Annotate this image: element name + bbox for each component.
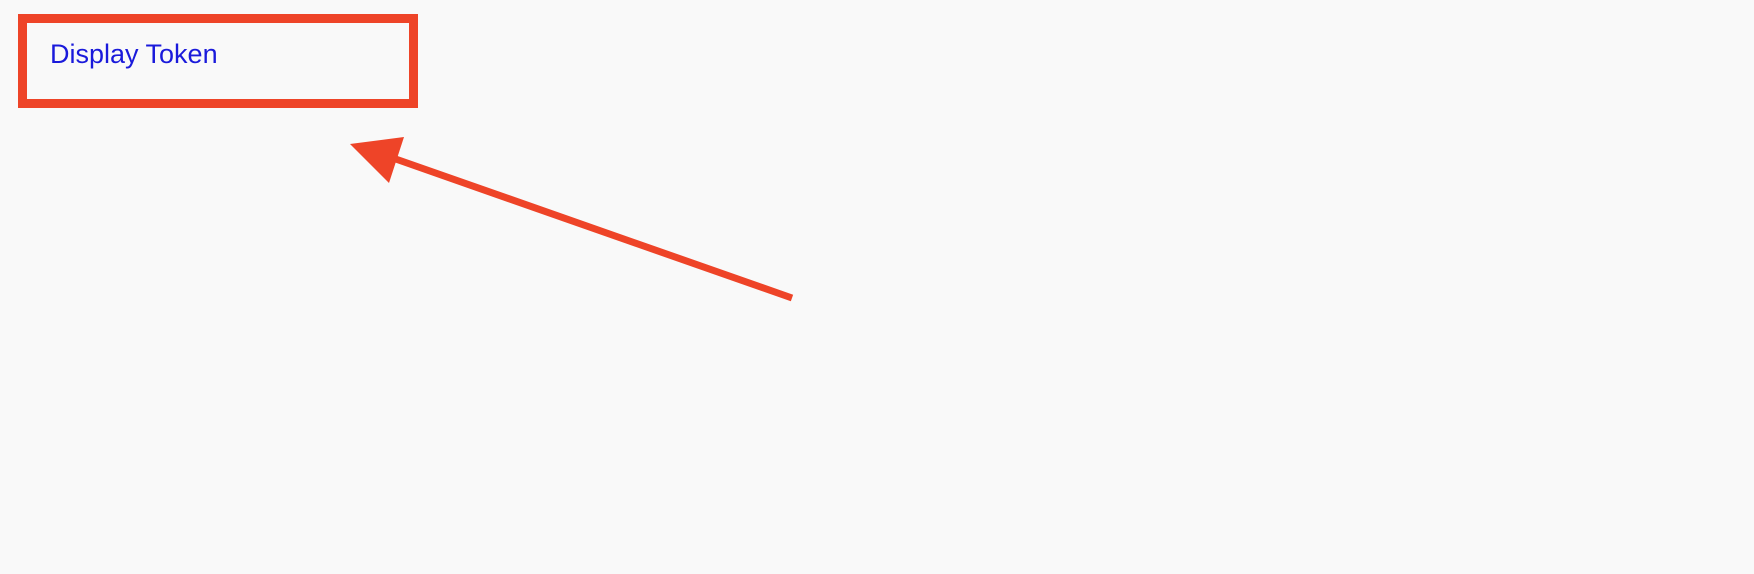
display-token-link[interactable]: Display Token [50, 39, 218, 70]
page: Display Token [0, 0, 1754, 574]
annotation-highlight-box: Display Token [18, 14, 418, 108]
arrow-shaft [388, 153, 794, 302]
arrow-head [350, 137, 404, 183]
